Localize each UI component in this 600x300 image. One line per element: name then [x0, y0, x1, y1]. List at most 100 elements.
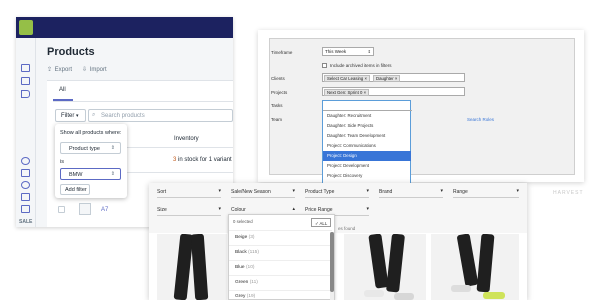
add-filter-button[interactable]: Add filter — [60, 184, 90, 195]
filter-price-range[interactable]: Price Range ▾ — [305, 205, 369, 214]
chevron-down-icon: ▾ — [440, 188, 443, 194]
page-title: Products — [47, 46, 95, 58]
selected-count: 0 selected — [233, 219, 253, 224]
filter-brand[interactable]: Brand ▾ — [379, 187, 443, 196]
archived-label: Include archived items in filters — [330, 63, 392, 68]
leggings-shape — [368, 234, 389, 289]
task-option[interactable]: Project: Communications — [323, 141, 411, 151]
orders-icon[interactable] — [21, 77, 30, 85]
filter-product-type[interactable]: Product Type ▾ — [305, 187, 369, 196]
task-option[interactable]: Daughter: Side Projects — [323, 121, 411, 131]
filter-colour[interactable]: Colour ▴ — [231, 205, 295, 214]
archived-checkbox[interactable] — [322, 63, 327, 68]
leggings-shape — [456, 234, 479, 287]
select-caret-icon: ⇕ — [367, 49, 371, 54]
clients-multiselect[interactable]: Select Car Leasing × Daughter × — [322, 73, 465, 82]
chevron-down-icon: ▾ — [366, 188, 369, 194]
shoe-shape — [394, 293, 414, 300]
chevron-down-icon: ▾ — [218, 188, 221, 194]
product-name-link[interactable]: A7 — [101, 207, 108, 213]
filter-sale-new-season[interactable]: Sale/New Season ▾ — [231, 187, 295, 196]
filter-sort[interactable]: Sort ▾ — [157, 187, 221, 196]
filter-range[interactable]: Range ▾ — [453, 187, 519, 196]
sidebar-sales-label: SALE — [19, 219, 33, 225]
projects-multiselect[interactable]: Next Gen: Sprint 0 × — [322, 87, 465, 96]
search-icon: ⌕ — [92, 112, 96, 118]
client-tag[interactable]: Daughter × — [373, 75, 401, 82]
scrollbar-thumb[interactable] — [330, 232, 334, 292]
caret-down-icon: ▾ — [76, 113, 79, 119]
import-button[interactable]: ⇩ Import — [82, 66, 107, 73]
shopify-logo-icon — [19, 20, 33, 35]
search-input[interactable]: ⌕ Search products — [88, 109, 233, 122]
colour-option[interactable]: Beige (3) — [235, 235, 255, 240]
header-divider — [127, 147, 233, 148]
tab-all[interactable]: All — [59, 87, 66, 93]
sidebar: SALE — [16, 38, 36, 227]
clients-label: Clients — [271, 76, 285, 81]
import-icon: ⇩ — [82, 67, 88, 73]
product-thumbnail — [79, 203, 91, 215]
colour-option[interactable]: Grey (19) — [235, 294, 255, 299]
filter-field-select[interactable]: Product type ⇕ — [60, 142, 121, 154]
shoe-shape — [451, 285, 471, 292]
task-option[interactable]: Project: Development — [323, 161, 411, 171]
product-photo[interactable] — [431, 234, 519, 300]
divider — [229, 245, 332, 246]
filter-size[interactable]: Size ▾ — [157, 205, 221, 214]
remove-tag-icon[interactable]: × — [395, 76, 398, 81]
client-tag[interactable]: Select Car Leasing × — [324, 75, 371, 82]
faded-brand-text: HARVEST — [553, 190, 584, 196]
remove-tag-icon[interactable]: × — [365, 76, 368, 81]
task-option-highlighted[interactable]: Project: Design — [323, 151, 411, 161]
analytics-icon[interactable] — [21, 169, 30, 177]
product-photo[interactable] — [157, 234, 227, 300]
search-roles-link[interactable]: Search Roles — [467, 117, 494, 122]
timeframe-label: Timeframe — [271, 50, 293, 55]
apps-icon[interactable] — [21, 205, 30, 213]
project-tag[interactable]: Next Gen: Sprint 0 × — [324, 89, 370, 96]
select-all-button[interactable]: ✓ ALL — [311, 218, 331, 227]
operator-label: is — [60, 159, 64, 165]
colour-option[interactable]: Green (11) — [235, 280, 258, 285]
row-divider — [127, 172, 233, 173]
colour-option[interactable]: Black (115) — [235, 250, 259, 255]
timeframe-select[interactable]: This Week ⇕ — [322, 47, 374, 56]
home-icon[interactable] — [21, 64, 30, 72]
tasks-search-input[interactable] — [323, 101, 412, 111]
products-tag-icon[interactable] — [21, 90, 30, 98]
shoe-shape — [483, 292, 505, 299]
chevron-down-icon: ▾ — [516, 188, 519, 194]
task-option[interactable]: Project: Discovery — [323, 171, 411, 181]
top-bar — [16, 17, 233, 38]
customers-icon[interactable] — [21, 157, 30, 165]
form-box — [269, 38, 575, 175]
export-icon: ⇪ — [47, 67, 53, 73]
task-option[interactable]: Daughter: Team Development — [323, 131, 411, 141]
filter-underline — [305, 197, 369, 198]
divider — [229, 275, 332, 276]
leggings-shape — [190, 234, 209, 300]
row-checkbox[interactable] — [58, 206, 65, 213]
divider — [229, 290, 332, 291]
discounts-icon[interactable] — [21, 193, 30, 201]
chevron-up-icon: ▴ — [292, 206, 295, 212]
filter-popover: Show all products where: Product type ⇕ i… — [55, 124, 127, 198]
colour-option[interactable]: Blue (10) — [235, 265, 254, 270]
leggings-shape — [476, 234, 495, 293]
task-option[interactable]: Daughter: Recruitment — [323, 111, 411, 121]
remove-tag-icon[interactable]: × — [364, 90, 367, 95]
export-button[interactable]: ⇪ Export — [47, 66, 72, 73]
filter-value-select[interactable]: BMW ⇕ — [60, 168, 121, 180]
column-inventory: Inventory — [174, 136, 199, 142]
select-caret-icon: ⇕ — [110, 145, 115, 151]
chevron-down-icon: ▾ — [218, 206, 221, 212]
divider — [229, 230, 332, 231]
marketing-icon[interactable] — [21, 181, 30, 189]
filter-underline — [157, 215, 221, 216]
filter-button[interactable]: Filter ▾ — [55, 109, 86, 122]
shoe-shape — [364, 290, 384, 297]
product-photo[interactable] — [344, 234, 426, 300]
select-caret-icon: ⇕ — [110, 171, 115, 177]
report-form-panel — [258, 30, 584, 182]
